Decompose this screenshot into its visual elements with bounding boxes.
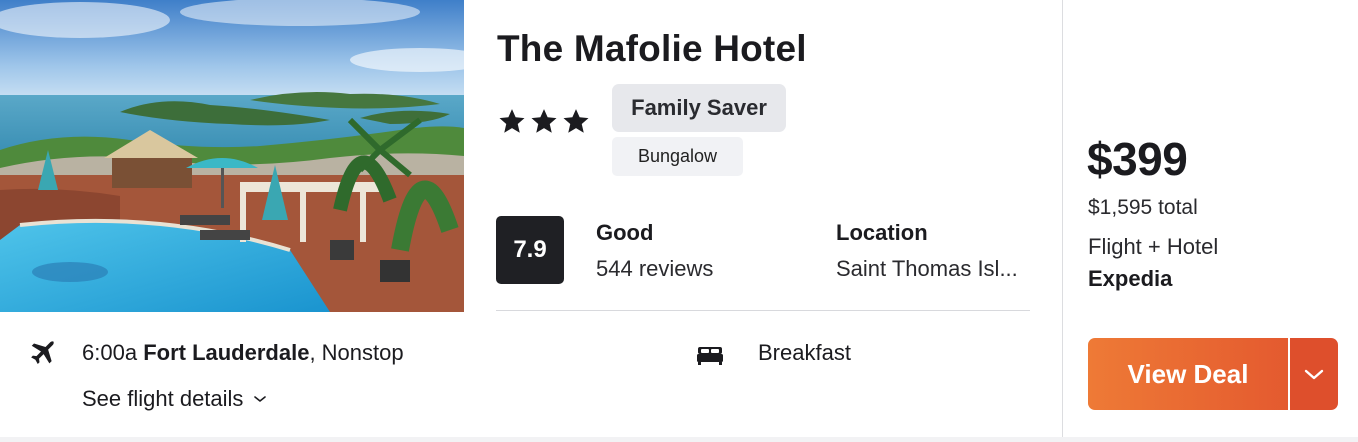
- flight-stops: , Nonstop: [309, 340, 404, 365]
- star-rating: [497, 106, 591, 136]
- see-flight-details-link[interactable]: See flight details: [82, 386, 267, 412]
- hotel-photo[interactable]: [0, 0, 464, 312]
- chevron-down-icon: [254, 396, 267, 402]
- flight-details-label: See flight details: [82, 386, 244, 411]
- property-type-badge: Bungalow: [612, 137, 743, 176]
- section-divider: [496, 310, 1030, 311]
- flight-summary: 6:00a Fort Lauderdale, Nonstop: [82, 340, 404, 366]
- price-total: $1,595 total: [1088, 196, 1198, 219]
- family-saver-badge: Family Saver: [612, 84, 786, 132]
- chevron-down-icon: [1304, 369, 1324, 380]
- review-count[interactable]: 544 reviews: [596, 256, 713, 282]
- airplane-icon: [31, 341, 54, 364]
- location-label: Location: [836, 220, 928, 245]
- hotel-name[interactable]: The Mafolie Hotel: [497, 28, 807, 70]
- rating-word: Good: [596, 220, 654, 245]
- price-column-divider: [1062, 0, 1063, 437]
- price-per-person: $399: [1087, 133, 1188, 185]
- review-score: 7.9: [496, 216, 564, 284]
- star-icon: [563, 109, 589, 133]
- hotel-result-card: The Mafolie Hotel Family Saver Bungalow …: [0, 0, 1358, 437]
- deal-options-dropdown[interactable]: [1290, 338, 1338, 410]
- bed-icon: [697, 347, 723, 365]
- provider-name: Expedia: [1088, 266, 1173, 291]
- flight-origin: Fort Lauderdale: [143, 340, 310, 365]
- location-value: Saint Thomas Isl...: [836, 256, 1018, 281]
- flight-time: 6:00a: [82, 340, 138, 365]
- package-type: Flight + Hotel: [1088, 234, 1219, 259]
- view-deal-button[interactable]: View Deal: [1088, 338, 1288, 410]
- amenity-breakfast: Breakfast: [758, 340, 851, 365]
- star-icon: [531, 109, 557, 133]
- star-icon: [499, 109, 525, 133]
